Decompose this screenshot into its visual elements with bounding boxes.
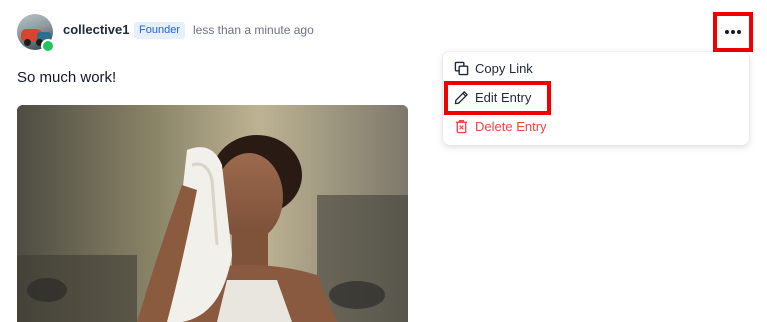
ellipsis-icon [725,30,729,34]
post-timestamp: less than a minute ago [193,23,314,37]
role-badge: Founder [134,22,185,39]
more-options-button[interactable] [717,16,749,48]
post-photo-illustration [17,105,408,322]
ellipsis-icon [737,30,741,34]
menu-item-label: Delete Entry [475,119,547,134]
post-content: So much work! [17,69,117,86]
avatar-wheel [24,39,31,46]
trash-icon [455,120,468,134]
copy-icon [454,61,469,76]
pencil-icon [454,91,468,105]
online-status-indicator [41,39,55,53]
post-options-menu: Copy Link Edit Entry Delete Entry [443,52,749,145]
post-image[interactable] [17,105,408,322]
menu-item-label: Edit Entry [475,90,532,105]
ellipsis-icon [731,30,735,34]
menu-item-copy-link[interactable]: Copy Link [443,54,749,83]
menu-item-label: Copy Link [475,61,533,76]
menu-item-edit-entry[interactable]: Edit Entry [443,83,749,112]
author-name[interactable]: collective1 [63,22,130,37]
post-card: collective1 Founder less than a minute a… [0,0,767,322]
menu-item-delete-entry[interactable]: Delete Entry [443,112,749,141]
